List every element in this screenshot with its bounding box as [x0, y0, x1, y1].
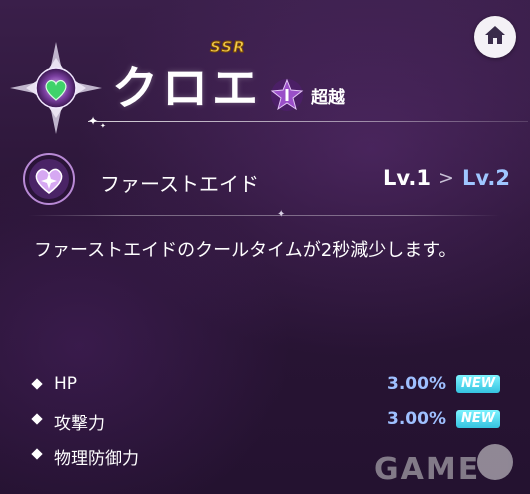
star-rank-icon	[270, 78, 304, 112]
skill-description: ファーストエイドのクールタイムが2秒減少します。	[34, 240, 457, 261]
sparkle-icon: ✦	[100, 122, 106, 130]
stat-label: 物理防御力	[54, 449, 139, 469]
skill-name: ファーストエイド	[100, 172, 259, 196]
diamond-bullet-icon	[31, 448, 43, 460]
sparkle-icon: ✦	[88, 114, 99, 128]
heart-sparkle-icon	[23, 153, 75, 205]
level-arrow: >	[438, 167, 454, 189]
home-icon	[484, 24, 506, 50]
home-button[interactable]	[474, 16, 516, 58]
watermark-logo: GAME	[372, 438, 522, 494]
stat-row: 攻撃力 3.00% NEW	[0, 408, 530, 438]
stat-value: 3.00%	[387, 374, 446, 394]
divider-gem-icon: ✦	[277, 209, 286, 220]
title-underline	[88, 121, 528, 122]
stat-label: 攻撃力	[54, 414, 105, 434]
diamond-bullet-icon	[31, 378, 43, 390]
level-to: Lv.2	[462, 166, 510, 190]
section-divider	[28, 215, 500, 216]
new-badge: NEW	[456, 410, 500, 428]
stat-label: HP	[54, 374, 78, 394]
rank-label: 超越	[311, 88, 345, 108]
new-badge: NEW	[456, 375, 500, 393]
character-name: クロエ	[112, 61, 262, 115]
stat-value: 3.00%	[387, 409, 446, 429]
diamond-bullet-icon	[31, 413, 43, 425]
stat-row: HP 3.00% NEW	[0, 373, 530, 403]
level-from: Lv.1	[383, 166, 431, 190]
